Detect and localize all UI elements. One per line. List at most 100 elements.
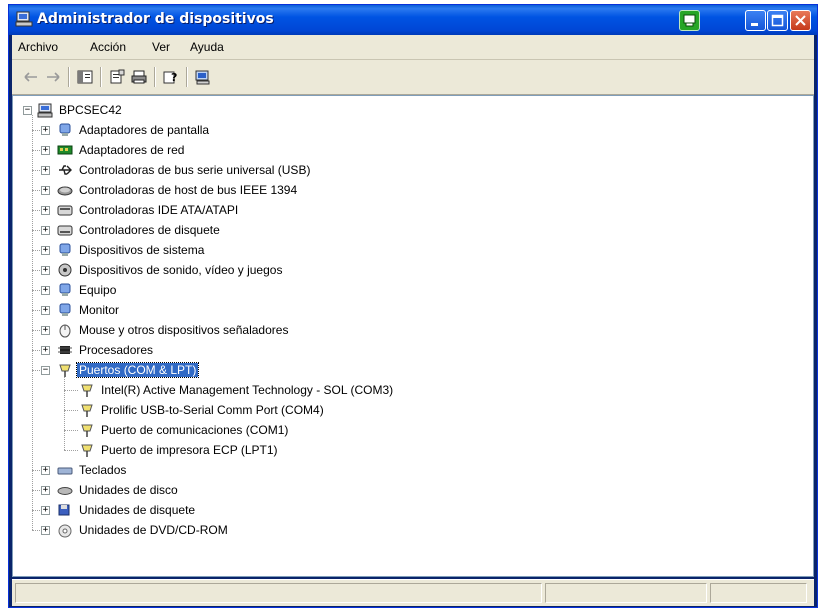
ide-controller-icon: [57, 205, 73, 216]
expand-expander[interactable]: +: [41, 246, 50, 255]
minimize-button[interactable]: [745, 10, 766, 31]
tree-category-node[interactable]: + Unidades de disquete: [13, 501, 513, 519]
tree-child-label: Intel(R) Active Management Technology - …: [101, 383, 394, 397]
firewire-icon: [57, 186, 73, 196]
tree-category-node[interactable]: + Adaptadores de pantalla: [13, 121, 513, 139]
status-bar: [12, 579, 814, 606]
toolbar-separator: [100, 67, 102, 87]
usb-icon: [59, 165, 72, 175]
monitor-icon: [59, 303, 71, 316]
tree-category-node[interactable]: + Controladores de disquete: [13, 221, 513, 239]
print-icon[interactable]: [130, 69, 148, 85]
menu-archivo[interactable]: Archivo: [18, 40, 58, 54]
update-driver-icon[interactable]: [194, 69, 212, 85]
expand-expander[interactable]: +: [41, 526, 50, 535]
menu-bar: Archivo Acción Ver Ayuda: [12, 35, 814, 60]
tree-category-node[interactable]: + Controladoras de host de bus IEEE 1394: [13, 181, 513, 199]
tray-printer-icon[interactable]: [679, 10, 700, 31]
device-tree-panel[interactable]: − BPCSEC42 + Adaptadores de pantalla + Adapta…: [12, 95, 814, 577]
tree-connector: [64, 450, 78, 451]
device-manager-icon: [15, 11, 33, 27]
collapse-expander[interactable]: −: [23, 106, 32, 115]
expand-expander[interactable]: +: [41, 466, 50, 475]
tree-category-node[interactable]: + Controladoras de bus serie universal (U…: [13, 161, 513, 179]
toolbar-separator: [68, 67, 70, 87]
toolbar: ?: [12, 60, 814, 95]
system-device-icon: [59, 243, 71, 256]
properties-icon[interactable]: [108, 69, 126, 85]
tree-category-node[interactable]: + Adaptadores de red: [13, 141, 513, 159]
status-pane-middle: [545, 583, 707, 603]
maximize-button[interactable]: [767, 10, 788, 31]
expand-expander[interactable]: +: [41, 266, 50, 275]
title-bar[interactable]: Administrador de dispositivos: [9, 5, 817, 35]
help-icon[interactable]: ?: [162, 69, 180, 85]
display-adapter-icon: [59, 123, 71, 136]
tree-child-node[interactable]: Prolific USB-to-Serial Comm Port (COM4): [13, 401, 513, 419]
toolbar-separator: [154, 67, 156, 87]
tree-category-label: Dispositivos de sonido, vídeo y juegos: [79, 263, 283, 277]
status-pane-main: [15, 583, 542, 603]
menu-ver[interactable]: Ver: [152, 40, 170, 54]
tree-child-label: Prolific USB-to-Serial Comm Port (COM4): [101, 403, 324, 417]
tree-child-node[interactable]: Puerto de comunicaciones (COM1): [13, 421, 513, 439]
expand-expander[interactable]: +: [41, 146, 50, 155]
expand-expander[interactable]: +: [41, 506, 50, 515]
child-port-icon: [81, 424, 93, 437]
tree-category-node[interactable]: + Unidades de DVD/CD-ROM: [13, 521, 513, 539]
tree-root-label: BPCSEC42: [59, 103, 122, 117]
port-icon: [59, 364, 71, 377]
device-manager-window: Administrador de dispositivos Archivo Ac…: [8, 4, 818, 608]
tree-category-label: Unidades de disquete: [79, 503, 196, 517]
tree-category-label: Unidades de DVD/CD-ROM: [79, 523, 228, 537]
tree-category-node[interactable]: + Monitor: [13, 301, 513, 319]
close-button[interactable]: [790, 10, 811, 31]
tree-category-node[interactable]: + Equipo: [13, 281, 513, 299]
tree-category-node[interactable]: + Unidades de disco: [13, 481, 513, 499]
expand-expander[interactable]: +: [41, 226, 50, 235]
collapse-expander[interactable]: −: [41, 366, 50, 375]
tree-child-node[interactable]: Puerto de impresora ECP (LPT1): [13, 441, 513, 459]
tree-category-label: Teclados: [79, 463, 127, 477]
expand-expander[interactable]: +: [41, 286, 50, 295]
processor-icon: [58, 346, 72, 354]
tree-category-node[interactable]: + Controladoras IDE ATA/ATAPI: [13, 201, 513, 219]
menu-ayuda[interactable]: Ayuda: [190, 40, 224, 54]
tree-category-node[interactable]: + Procesadores: [13, 341, 513, 359]
tree-child-node[interactable]: Intel(R) Active Management Technology - …: [13, 381, 513, 399]
tree-category-label: Controladoras IDE ATA/ATAPI: [79, 203, 239, 217]
tree-category-node[interactable]: + Mouse y otros dispositivos señaladores: [13, 321, 513, 339]
expand-expander[interactable]: +: [41, 346, 50, 355]
tree-child-label: Puerto de impresora ECP (LPT1): [101, 443, 278, 457]
tree-category-label: Dispositivos de sistema: [79, 243, 205, 257]
keyboard-icon: [57, 467, 73, 475]
back-arrow-icon[interactable]: [22, 69, 40, 85]
tree-root-node[interactable]: − BPCSEC42: [13, 101, 213, 119]
expand-expander[interactable]: +: [41, 166, 50, 175]
tree-category-node[interactable]: − Puertos (COM & LPT): [13, 361, 513, 379]
tree-category-node[interactable]: + Dispositivos de sonido, vídeo y juegos: [13, 261, 513, 279]
expand-expander[interactable]: +: [41, 326, 50, 335]
tree-connector: [64, 410, 78, 411]
tree-category-node[interactable]: + Teclados: [13, 461, 513, 479]
floppy-drive-icon: [58, 504, 70, 516]
menu-accion[interactable]: Acción: [90, 40, 126, 54]
child-port-icon: [81, 384, 93, 397]
expand-expander[interactable]: +: [41, 306, 50, 315]
show-hide-tree-icon[interactable]: [76, 69, 94, 85]
disk-drive-icon: [57, 487, 73, 495]
tree-category-label: Adaptadores de pantalla: [79, 123, 210, 137]
forward-arrow-icon[interactable]: [44, 69, 62, 85]
network-adapter-icon: [57, 145, 73, 155]
tree-category-node[interactable]: + Dispositivos de sistema: [13, 241, 513, 259]
computer-root-icon: [37, 103, 53, 118]
dvd-drive-icon: [58, 524, 72, 538]
tree-connector: [64, 430, 78, 431]
expand-expander[interactable]: +: [41, 126, 50, 135]
expand-expander[interactable]: +: [41, 486, 50, 495]
computer-icon: [59, 283, 71, 296]
tree-category-label: Unidades de disco: [79, 483, 178, 497]
expand-expander[interactable]: +: [41, 186, 50, 195]
expand-expander[interactable]: +: [41, 206, 50, 215]
child-port-icon: [81, 404, 93, 417]
